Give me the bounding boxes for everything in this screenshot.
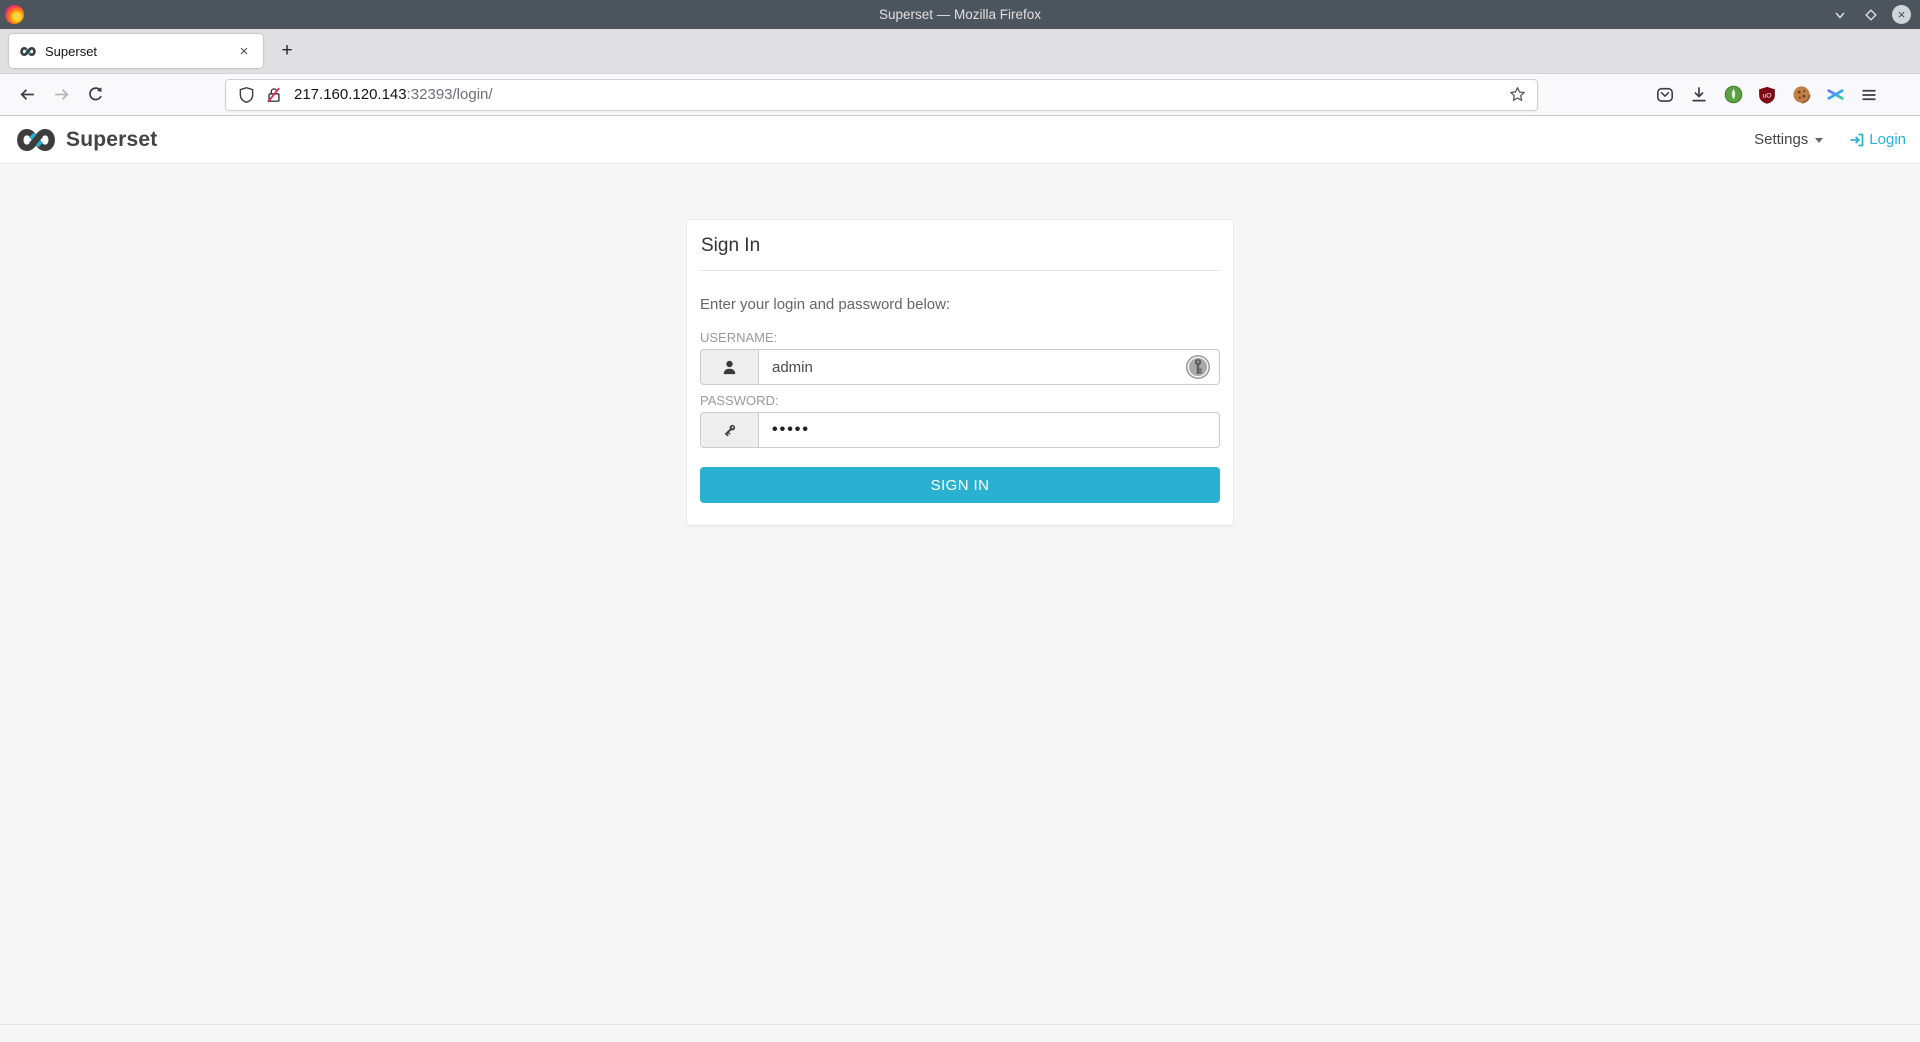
tab-strip: Superset × + [0,29,1920,74]
username-input[interactable] [758,349,1220,385]
back-button[interactable] [10,79,44,111]
caret-down-icon [1815,138,1823,143]
settings-menu[interactable]: Settings [1754,131,1823,148]
svg-text:uO: uO [1762,92,1771,99]
tracking-protection-shield-icon[interactable] [232,82,260,108]
close-icon: × [1898,8,1906,21]
person-icon [700,349,758,385]
sign-in-button[interactable]: SIGN IN [700,467,1220,503]
signin-form: Enter your login and password below: USE… [687,271,1233,525]
firefox-window: Superset — Mozilla Firefox × Superset × … [0,0,1920,1042]
password-group [700,412,1220,448]
privacy-extension-icon[interactable] [1716,79,1750,111]
brand-name: Superset [66,128,157,152]
superset-favicon-icon [19,46,37,57]
url-path: :32393/login/ [407,86,493,103]
new-tab-button[interactable]: + [271,35,303,67]
tab-superset[interactable]: Superset × [9,34,263,68]
navbar-right: Settings Login [1754,131,1906,148]
downloads-icon[interactable] [1682,79,1716,111]
close-button[interactable]: × [1892,5,1911,24]
url-host: 217.160.120.143 [294,86,407,103]
username-label: USERNAME: [700,330,1220,345]
sign-in-icon [1849,132,1865,148]
toolbar-extensions: uO [1648,79,1886,111]
superset-navbar: Superset Settings Login [0,116,1920,164]
window-title: Superset — Mozilla Firefox [0,7,1920,22]
page-content: Sign In Enter your login and password be… [0,164,1920,1042]
signin-instruction: Enter your login and password below: [700,296,1220,313]
bookmark-star-icon[interactable] [1503,82,1531,108]
cookie-extension-icon[interactable] [1784,79,1818,111]
keepassxc-icon[interactable] [1185,354,1211,380]
url-bar[interactable]: 217.160.120.143:32393/login/ [225,79,1538,111]
settings-label: Settings [1754,131,1808,148]
password-input[interactable] [758,412,1220,448]
asterisk-extension-icon[interactable] [1818,79,1852,111]
url-text[interactable]: 217.160.120.143:32393/login/ [294,86,1503,103]
key-icon [700,412,758,448]
tab-close-icon[interactable]: × [233,40,255,62]
window-controls: × [1830,5,1920,24]
username-group [700,349,1220,385]
insecure-lock-icon[interactable] [260,82,288,108]
reload-icon [87,86,104,103]
signin-panel: Sign In Enter your login and password be… [686,219,1234,526]
minimize-button[interactable] [1830,5,1849,24]
forward-button[interactable] [44,79,78,111]
signin-heading: Sign In [687,220,1233,270]
maximize-button[interactable] [1861,5,1880,24]
chevron-down-icon [1833,8,1847,22]
pocket-icon[interactable] [1648,79,1682,111]
forward-arrow-icon [53,86,70,103]
back-arrow-icon [19,86,36,103]
titlebar: Superset — Mozilla Firefox × [0,0,1920,29]
tab-title: Superset [45,44,233,59]
diamond-icon [1864,8,1878,22]
superset-brand-link[interactable]: Superset [14,127,157,153]
hamburger-menu-icon[interactable] [1852,79,1886,111]
navigation-toolbar: 217.160.120.143:32393/login/ uO [0,74,1920,116]
ublock-origin-icon[interactable]: uO [1750,79,1784,111]
login-label: Login [1869,131,1906,148]
login-link[interactable]: Login [1849,131,1906,148]
firefox-logo-icon [5,5,24,24]
reload-button[interactable] [78,79,112,111]
superset-logo-icon [14,127,58,153]
password-label: PASSWORD: [700,393,1220,408]
footer-divider [0,1024,1920,1025]
